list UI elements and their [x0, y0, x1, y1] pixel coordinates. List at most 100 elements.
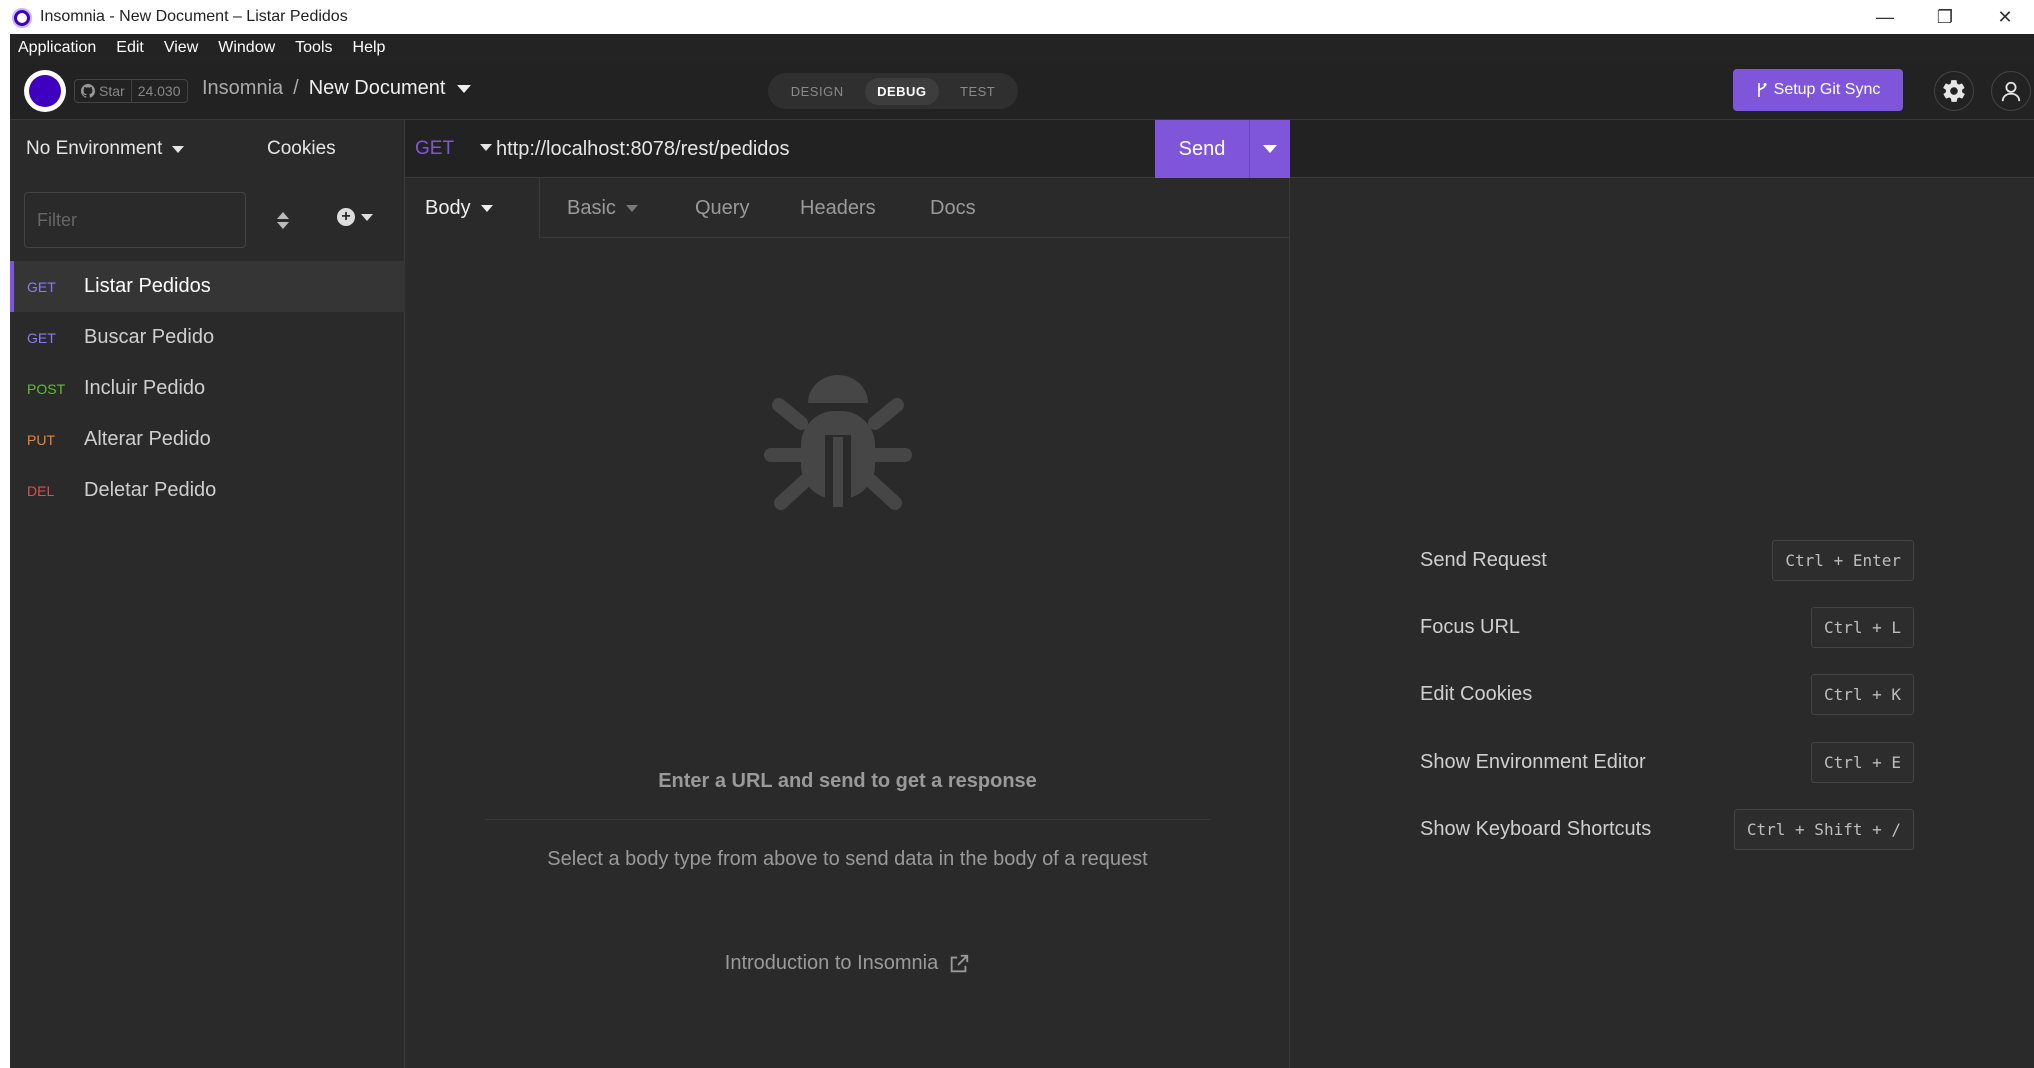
github-icon: [81, 84, 95, 98]
send-options-button[interactable]: [1249, 120, 1290, 178]
method-dropdown[interactable]: GET: [415, 138, 454, 160]
insomnia-app: Star 24.030 Insomnia / New Document DESI…: [10, 61, 2034, 1068]
menu-edit[interactable]: Edit: [116, 39, 144, 57]
filter-input[interactable]: [24, 192, 246, 248]
chevron-down-icon: [480, 205, 493, 212]
request-pane: GET Send Body Basic Query Headers Docs: [405, 120, 1290, 1068]
request-tabs: Body Basic Query Headers Docs: [405, 178, 1290, 239]
tab-design[interactable]: DESIGN: [779, 78, 856, 105]
request-name: Incluir Pedido: [84, 377, 206, 399]
menu-application[interactable]: Application: [18, 39, 96, 57]
sort-up-icon: [277, 211, 289, 219]
chevron-down-icon: [172, 145, 185, 153]
menu-view[interactable]: View: [164, 39, 198, 57]
shortcut-show-keyboard-shortcuts: Show Keyboard Shortcuts Ctrl + Shift + /: [1420, 807, 1914, 851]
minimize-button[interactable]: —: [1855, 0, 1915, 34]
shortcut-label: Focus URL: [1420, 615, 1521, 638]
introduction-link-label: Introduction to Insomnia: [724, 952, 939, 974]
menu-tools[interactable]: Tools: [295, 39, 332, 57]
method-badge: DEL: [27, 482, 55, 499]
add-request-button[interactable]: +: [337, 208, 373, 226]
request-item-alterar-pedido[interactable]: PUT Alterar Pedido: [10, 414, 405, 465]
minimize-icon: —: [1876, 6, 1894, 27]
close-window-button[interactable]: ✕: [1975, 0, 2034, 34]
chevron-down-icon: [361, 213, 373, 221]
setup-git-sync-button[interactable]: Setup Git Sync: [1733, 69, 1903, 111]
breadcrumb-separator: /: [293, 77, 299, 99]
request-name: Buscar Pedido: [84, 326, 215, 348]
sidebar: No Environment Cookies + GET Listar Pedi…: [10, 120, 405, 1068]
chevron-down-icon: [625, 204, 638, 212]
request-item-deletar-pedido[interactable]: DEL Deletar Pedido: [10, 465, 405, 516]
request-list: GET Listar Pedidos GET Buscar Pedido POS…: [10, 261, 405, 516]
tab-body[interactable]: Body: [405, 178, 540, 239]
cookies-button[interactable]: Cookies: [267, 138, 336, 160]
activity-mode-toggle: DESIGN DEBUG TEST: [768, 73, 1018, 109]
menu-bar: Application Edit View Window Tools Help: [10, 34, 2034, 61]
breadcrumb-project[interactable]: Insomnia: [202, 77, 283, 100]
sort-down-icon: [277, 221, 289, 229]
menu-window[interactable]: Window: [218, 39, 275, 57]
chevron-down-icon[interactable]: [480, 144, 492, 151]
shortcut-label: Send Request: [1420, 548, 1547, 571]
shortcut-keys: Ctrl + Enter: [1772, 539, 1914, 581]
user-icon: [2001, 81, 2021, 102]
tab-query[interactable]: Query: [695, 178, 749, 238]
divider: [485, 819, 1210, 820]
close-icon: ✕: [1997, 6, 2013, 27]
git-sync-label: Setup Git Sync: [1773, 81, 1881, 98]
tab-docs[interactable]: Docs: [930, 178, 976, 238]
request-name: Alterar Pedido: [84, 428, 211, 450]
request-item-incluir-pedido[interactable]: POST Incluir Pedido: [10, 363, 405, 414]
menu-help[interactable]: Help: [353, 39, 386, 57]
environment-label: No Environment: [26, 138, 163, 159]
method-badge: POST: [27, 380, 66, 397]
environment-selector[interactable]: No Environment: [26, 138, 185, 160]
insomnia-app-icon: [12, 8, 32, 28]
empty-state-description: Select a body type from above to send da…: [547, 848, 1148, 870]
github-star-badge[interactable]: Star 24.030: [74, 79, 188, 103]
account-button[interactable]: [1991, 71, 2031, 111]
shortcut-label: Edit Cookies: [1420, 682, 1533, 705]
bug-icon: [764, 375, 912, 510]
shortcut-keys: Ctrl + E: [1810, 741, 1914, 783]
gear-icon: [1943, 80, 1965, 102]
request-name: Deletar Pedido: [84, 479, 217, 501]
tab-headers[interactable]: Headers: [800, 178, 876, 238]
request-item-buscar-pedido[interactable]: GET Buscar Pedido: [10, 312, 405, 363]
insomnia-logo-icon[interactable]: [24, 70, 66, 112]
shortcut-edit-cookies: Edit Cookies Ctrl + K: [1420, 672, 1914, 716]
response-header-bar: [1290, 120, 2034, 178]
url-input[interactable]: [496, 132, 1146, 166]
response-pane: Send Request Ctrl + Enter Focus URL Ctrl…: [1290, 120, 2034, 1068]
window-titlebar: Insomnia - New Document – Listar Pedidos…: [0, 0, 2034, 34]
empty-state-title: Enter a URL and send to get a response: [658, 770, 1037, 792]
tab-test[interactable]: TEST: [948, 78, 1007, 105]
git-branch-icon: [1757, 83, 1767, 97]
tab-debug[interactable]: DEBUG: [865, 77, 939, 105]
star-count[interactable]: 24.030: [132, 83, 187, 99]
plus-circle-icon: +: [337, 208, 355, 226]
request-item-listar-pedidos[interactable]: GET Listar Pedidos: [10, 261, 405, 312]
introduction-link[interactable]: Introduction to Insomnia: [405, 952, 1290, 975]
url-bar: GET Send: [405, 120, 1290, 178]
shortcut-keys: Ctrl + L: [1810, 606, 1914, 648]
chevron-down-icon[interactable]: [457, 84, 472, 93]
chevron-down-icon: [1263, 145, 1277, 153]
method-badge: PUT: [27, 431, 55, 448]
send-button[interactable]: Send: [1155, 120, 1249, 178]
restore-button[interactable]: ❐: [1915, 0, 1975, 34]
external-link-icon: [950, 954, 969, 972]
shortcut-focus-url: Focus URL Ctrl + L: [1420, 605, 1914, 649]
shortcut-keys: Ctrl + Shift + /: [1733, 808, 1914, 850]
breadcrumb-document[interactable]: New Document: [309, 77, 446, 100]
github-star-button[interactable]: Star: [75, 80, 132, 102]
sort-button[interactable]: [272, 208, 294, 232]
breadcrumb: Insomnia / New Document: [202, 77, 472, 100]
restore-icon: ❐: [1936, 6, 1954, 27]
tab-auth-label: Basic: [567, 196, 616, 219]
settings-button[interactable]: [1934, 71, 1974, 111]
shortcut-label: Show Environment Editor: [1420, 750, 1646, 773]
tab-auth[interactable]: Basic: [567, 178, 638, 238]
shortcut-send-request: Send Request Ctrl + Enter: [1420, 538, 1914, 582]
